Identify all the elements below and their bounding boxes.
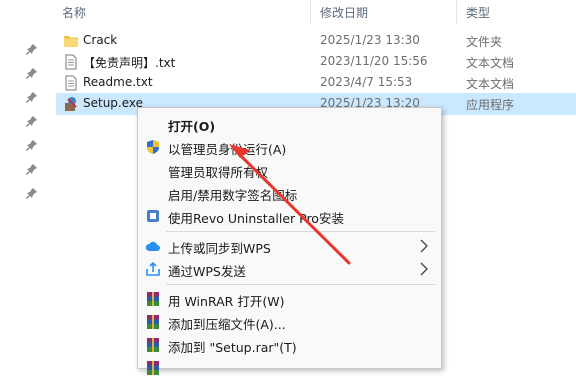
menu-item-revo-install[interactable]: 使用Revo Uninstaller Pro安装 bbox=[138, 204, 441, 228]
menu-item-run-as-admin[interactable]: 以管理员身份运行(A) bbox=[138, 135, 441, 159]
file-row-disclaimer[interactable]: 【免责声明】.txt 2023/11/20 15:56 文本文档 bbox=[56, 51, 576, 73]
menu-item-label: 打开(O) bbox=[168, 119, 216, 134]
menu-separator bbox=[166, 284, 435, 285]
menu-item-label: 管理员取得所有权 bbox=[168, 165, 269, 180]
menu-item-winrar-open[interactable]: 用 WinRAR 打开(W) bbox=[138, 287, 441, 311]
pin-icon[interactable] bbox=[26, 139, 38, 151]
revo-uninstaller-icon bbox=[147, 210, 159, 222]
winrar-icon bbox=[147, 315, 159, 329]
menu-item-label: 添加到 "Setup.rar"(T) bbox=[168, 340, 297, 355]
menu-item-partial[interactable] bbox=[138, 356, 441, 380]
file-name: Crack bbox=[83, 33, 118, 47]
menu-item-label: 使用Revo Uninstaller Pro安装 bbox=[168, 211, 344, 226]
menu-item-label: 上传或同步到WPS bbox=[168, 241, 271, 256]
column-header-date[interactable]: 修改日期 bbox=[320, 4, 368, 21]
wps-share-icon bbox=[146, 261, 160, 276]
menu-item-signature-icon[interactable]: 启用/禁用数字签名图标 bbox=[138, 181, 441, 205]
menu-item-label: 启用/禁用数字签名图标 bbox=[168, 188, 298, 203]
menu-item-wps-upload[interactable]: 上传或同步到WPS bbox=[138, 234, 441, 258]
pin-icon[interactable] bbox=[26, 67, 38, 79]
menu-item-label: 用 WinRAR 打开(W) bbox=[168, 294, 285, 309]
file-date: 2023/4/7 15:53 bbox=[320, 75, 413, 89]
menu-separator bbox=[166, 231, 435, 232]
pin-icon[interactable] bbox=[26, 43, 38, 55]
menu-item-add-to-setup-rar[interactable]: 添加到 "Setup.rar"(T) bbox=[138, 333, 441, 357]
column-divider[interactable] bbox=[310, 0, 311, 24]
winrar-icon bbox=[147, 361, 159, 375]
winrar-icon bbox=[147, 338, 159, 352]
menu-item-label: 通过WPS发送 bbox=[168, 264, 246, 279]
column-divider[interactable] bbox=[456, 0, 457, 24]
pin-icon[interactable] bbox=[26, 187, 38, 199]
menu-item-add-to-archive[interactable]: 添加到压缩文件(A)... bbox=[138, 310, 441, 334]
file-date: 2023/11/20 15:56 bbox=[320, 54, 428, 68]
file-list-header: 名称 修改日期 类型 bbox=[56, 0, 576, 24]
menu-item-label: 添加到压缩文件(A)... bbox=[168, 317, 286, 332]
context-menu: 打开(O) 以管理员身份运行(A) 管理员取得所有权 启用/禁用数字签名图标 使… bbox=[137, 107, 442, 375]
chevron-right-icon bbox=[420, 262, 428, 276]
wps-cloud-icon bbox=[145, 241, 160, 251]
menu-item-take-ownership[interactable]: 管理员取得所有权 bbox=[138, 158, 441, 182]
menu-item-label: 以管理员身份运行(A) bbox=[168, 142, 287, 157]
file-type: 应用程序 bbox=[466, 98, 515, 112]
file-name: 【免责声明】.txt bbox=[83, 56, 176, 70]
installer-icon bbox=[65, 97, 77, 111]
file-type: 文件夹 bbox=[466, 35, 503, 49]
pin-icon[interactable] bbox=[26, 91, 38, 103]
uac-shield-icon bbox=[147, 140, 159, 154]
file-type: 文本文档 bbox=[466, 56, 515, 70]
file-name: Setup.exe bbox=[83, 96, 144, 110]
winrar-icon bbox=[147, 292, 159, 306]
file-name: Readme.txt bbox=[83, 75, 153, 89]
pin-icon[interactable] bbox=[26, 115, 38, 127]
file-row-readme[interactable]: Readme.txt 2023/4/7 15:53 文本文档 bbox=[56, 72, 576, 94]
chevron-right-icon bbox=[420, 239, 428, 253]
column-header-type[interactable]: 类型 bbox=[466, 4, 490, 21]
quick-access-pin-column bbox=[0, 0, 56, 363]
menu-item-open[interactable]: 打开(O) bbox=[138, 112, 441, 136]
file-date: 2025/1/23 13:30 bbox=[320, 33, 420, 47]
text-file-icon bbox=[65, 54, 77, 70]
column-header-name[interactable]: 名称 bbox=[62, 4, 86, 21]
file-type: 文本文档 bbox=[466, 77, 515, 91]
file-row-crack[interactable]: Crack 2025/1/23 13:30 文件夹 bbox=[56, 30, 576, 52]
menu-item-wps-send[interactable]: 通过WPS发送 bbox=[138, 257, 441, 281]
folder-icon bbox=[64, 36, 78, 47]
pin-icon[interactable] bbox=[26, 163, 38, 175]
text-file-icon bbox=[65, 75, 77, 91]
